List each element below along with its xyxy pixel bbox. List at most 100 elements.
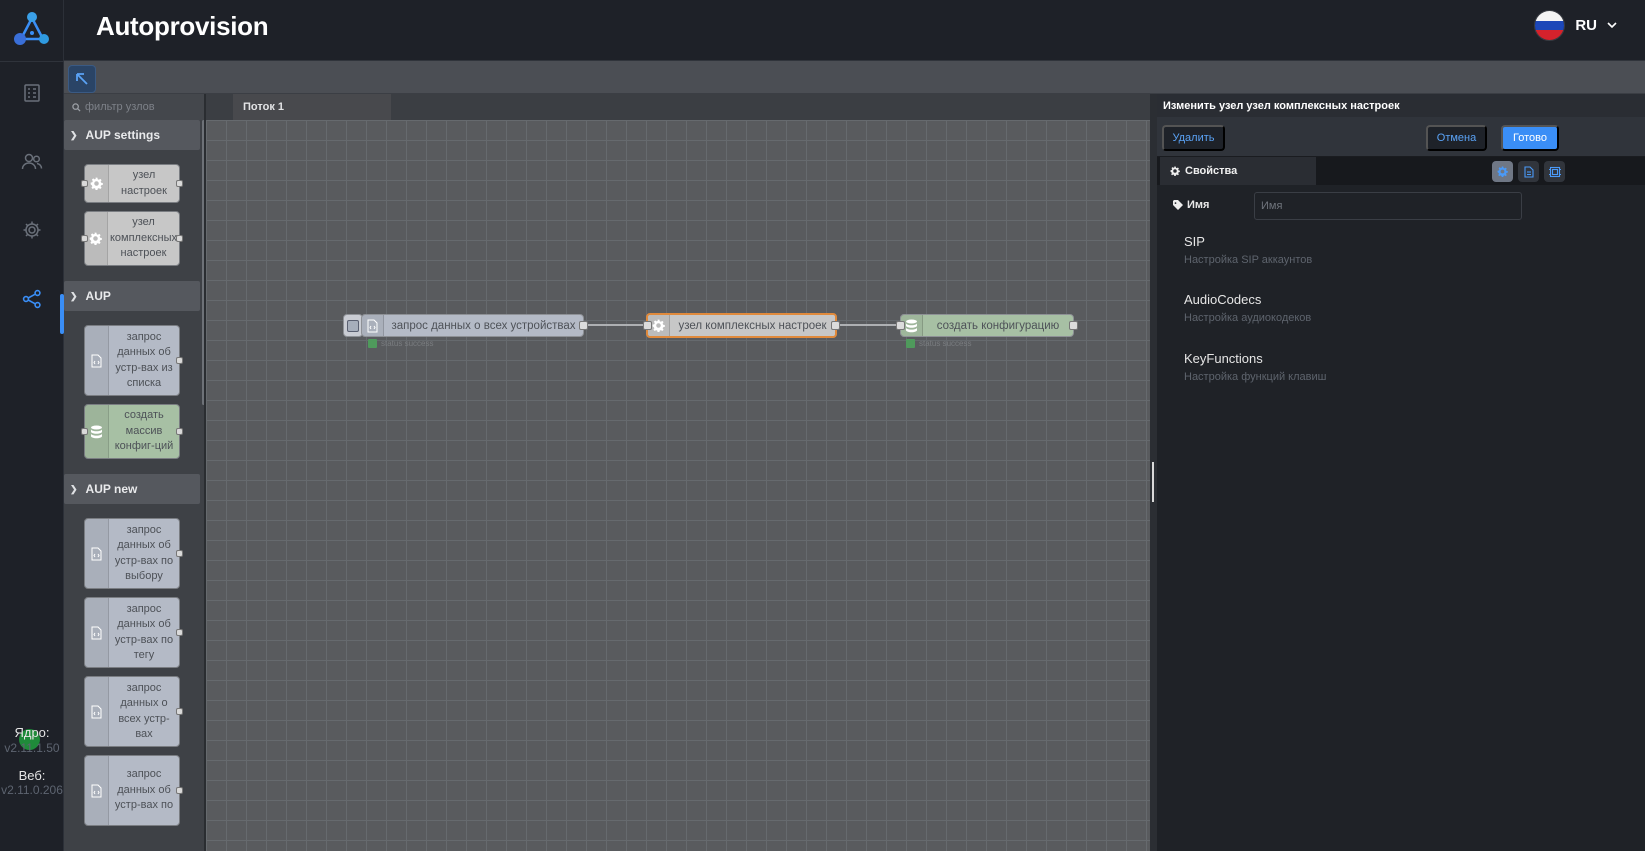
tab-properties[interactable]: Свойства [1160,157,1316,185]
tag-icon [1173,200,1183,210]
category-label: AUP new [85,482,138,496]
tab-flow-1[interactable]: Поток 1 [233,94,391,120]
search-icon [72,102,81,112]
tray-title: Изменить узел узел комплексных настроек [1157,94,1645,117]
core-version-label: Ядро: [14,725,50,740]
palette-node-label: узел настроек [121,169,167,197]
tray-tabs: Свойства [1157,157,1645,185]
palette-node-label: узел комплексных настроек [109,216,177,260]
flow-node-request-all-devices[interactable]: запрос данных о всех устройствах [361,314,588,337]
palette-node-settings[interactable]: узел настроек [81,164,183,203]
flow-node-complex-settings[interactable]: узел комплексных настроек [643,313,840,338]
nav-devices-button[interactable] [14,75,50,111]
palette-node-request-by[interactable]: запрос данных об устр-вах по [84,755,183,826]
node-inject-button[interactable] [343,314,363,337]
section-title: KeyFunctions [1184,351,1263,366]
splitter-handle[interactable] [1152,462,1154,502]
palette-category-aup-new[interactable]: ❯ AUP new [64,474,200,504]
section-sip[interactable]: SIP Настройка SIP аккаунтов [1184,234,1312,266]
russia-flag-icon [1534,10,1566,41]
output-port[interactable] [579,321,588,330]
section-description: Настройка SIP аккаунтов [1184,254,1313,266]
done-button[interactable]: Готово [1501,125,1559,151]
app-logo[interactable] [10,8,54,52]
nav-separator [0,61,64,62]
core-version-value: v2.11.1.50 [4,741,60,755]
users-icon [21,153,43,170]
palette-node-label: запрос данных об устр-вах по тегу [114,602,174,662]
output-port [176,628,183,636]
wire[interactable] [586,324,650,326]
palette-category-aup-settings[interactable]: ❯ AUP settings [64,120,200,150]
output-port [176,356,183,364]
palette-filter-input[interactable] [85,101,200,113]
category-label: AUP settings [85,128,161,142]
gear-icon [1497,166,1508,177]
frame-icon [1548,166,1561,177]
palette-scrollbar[interactable] [202,120,204,405]
palette-filter [64,94,204,120]
section-title: SIP [1184,234,1205,249]
code-file-icon [85,519,109,588]
palette-node-request-all[interactable]: запрос данных о всех устр-вах [84,676,183,747]
input-port[interactable] [643,321,652,330]
palette-node-request-by-selection[interactable]: запрос данных об устр-вах по выбору [84,518,183,589]
select-tool-button[interactable] [68,65,96,93]
gear-icon [23,221,41,239]
category-label: AUP [85,289,111,303]
section-description: Настройка аудиокодеков [1184,312,1312,324]
nav-settings-button[interactable] [14,212,50,248]
delete-button[interactable]: Удалить [1162,125,1225,151]
code-file-icon [85,598,109,667]
flow-node-create-config[interactable]: создать конфигурацию [896,314,1078,337]
palette-node-label: запрос данных об устр-вах по выбору [114,523,174,583]
node-status: status success [368,339,433,348]
tab-label: Свойства [1185,165,1238,177]
palette-node-create-config-array[interactable]: создать массив конфиг-ций [81,404,183,459]
edit-tray: Изменить узел узел комплексных настроек … [1157,94,1645,851]
top-header: Autoprovision RU [64,0,1645,61]
output-port[interactable] [831,321,840,330]
gear-icon [1170,166,1180,176]
input-port [81,179,88,187]
file-text-icon [1523,165,1534,178]
node-appearance-tab-button[interactable] [1544,161,1565,182]
name-input[interactable] [1254,192,1522,220]
node-settings-tab-button[interactable] [1492,161,1513,182]
gear-icon [85,212,108,265]
nav-flows-button[interactable] [14,281,50,317]
language-code: RU [1575,17,1597,34]
wire[interactable] [838,324,904,326]
output-port [176,549,183,557]
language-selector[interactable]: RU [1534,10,1617,41]
editor-toolbar [64,61,1645,94]
section-audiocodecs[interactable]: AudioCodecs Настройка аудиокодеков [1184,292,1311,324]
tray-actions: Удалить Отмена Готово [1157,117,1645,157]
output-port[interactable] [1069,321,1078,330]
input-port [81,427,88,435]
name-field-label: Имя [1173,199,1209,211]
database-icon [85,405,109,458]
palette-node-request-list[interactable]: запрос данных об устр-вах из списка [84,325,183,396]
chevron-down-icon: ❯ [70,129,78,140]
section-keyfunctions[interactable]: KeyFunctions Настройка функций клавиш [1184,351,1326,383]
tray-splitter[interactable] [1150,94,1157,851]
section-title: AudioCodecs [1184,292,1262,307]
input-port[interactable] [896,321,905,330]
palette-node-label: запрос данных о всех устр-вах [118,681,170,741]
app-sidebar: Ядро: v2.11.1.50 Веб: v2.11.0.206 [0,0,64,851]
input-port [81,234,88,242]
output-port [176,786,183,794]
flow-node-label: узел комплексных настроек [678,319,827,332]
palette-node-complex-settings[interactable]: узел комплексных настроек [81,211,183,266]
flow-canvas[interactable]: запрос данных о всех устройствах status … [206,120,1150,851]
palette-node-request-by-tag[interactable]: запрос данных об устр-вах по тегу [84,597,183,668]
web-version-value: v2.11.0.206 [1,783,63,797]
code-file-icon [85,326,109,395]
node-description-tab-button[interactable] [1518,161,1539,182]
output-port [176,707,183,715]
code-file-icon [85,756,109,825]
cancel-button[interactable]: Отмена [1426,125,1487,151]
nav-users-button[interactable] [14,144,50,180]
palette-category-aup[interactable]: ❯ AUP [64,281,200,311]
